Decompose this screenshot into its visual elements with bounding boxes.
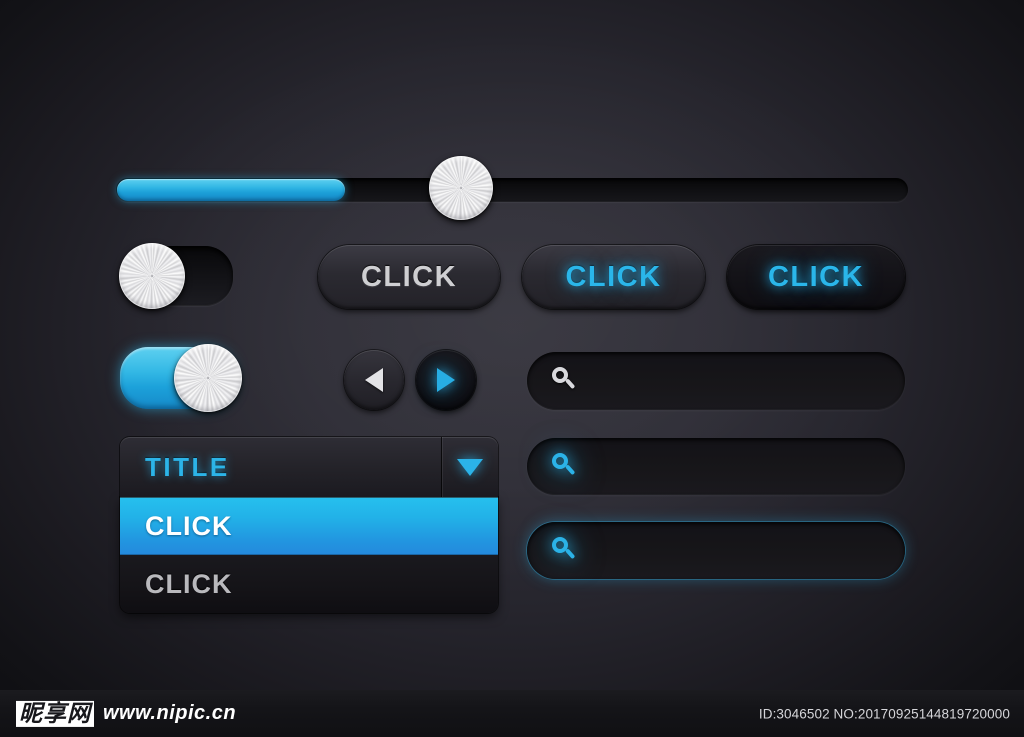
search-field-3[interactable] (527, 521, 905, 580)
search-icon (552, 452, 580, 481)
search-icon (552, 536, 580, 565)
previous-button[interactable] (344, 350, 404, 410)
click-button-2[interactable]: CLICK (522, 245, 705, 309)
search-input-2[interactable] (594, 437, 881, 496)
ui-kit-canvas: CLICK CLICK CLICK TITLE CLICK CLICK 昵享网 … (0, 0, 1024, 737)
watermark-url: www.nipic.cn (103, 701, 237, 724)
triangle-right-icon (437, 368, 455, 392)
dropdown-list: CLICK CLICK (120, 497, 498, 613)
dropdown-item[interactable]: CLICK (120, 555, 498, 613)
toggle-knob[interactable] (119, 243, 185, 309)
footer-bar: 昵享网 www.nipic.cn ID:3046502 NO:201709251… (0, 690, 1024, 737)
search-field-2[interactable] (527, 437, 905, 496)
dropdown-toggle-button[interactable] (442, 437, 498, 497)
search-icon (552, 367, 580, 395)
search-input-3[interactable] (594, 521, 881, 580)
dropdown[interactable]: TITLE CLICK CLICK (120, 437, 498, 613)
watermark-logo-text: 昵享网 (16, 700, 94, 727)
triangle-left-icon (365, 368, 383, 392)
dropdown-title: TITLE (145, 451, 230, 482)
image-id-text: ID:3046502 NO:20170925144819720000 (758, 706, 1010, 721)
toggle-switch-on[interactable] (120, 344, 242, 412)
click-button-1[interactable]: CLICK (318, 245, 500, 309)
search-input-1[interactable] (594, 351, 881, 411)
watermark: 昵享网 www.nipic.cn (16, 700, 237, 727)
click-button-3[interactable]: CLICK (727, 245, 905, 309)
slider-knob[interactable] (429, 156, 493, 220)
dropdown-item-label: CLICK (145, 510, 233, 541)
volume-slider[interactable] (116, 156, 908, 220)
slider-fill (117, 179, 345, 201)
dropdown-item-selected[interactable]: CLICK (120, 497, 498, 555)
chevron-down-icon (457, 458, 483, 476)
dropdown-header[interactable]: TITLE (120, 437, 498, 497)
next-button[interactable] (416, 350, 476, 410)
toggle-switch-off[interactable] (119, 243, 233, 309)
toggle-knob[interactable] (174, 344, 242, 412)
dropdown-item-label: CLICK (145, 568, 233, 599)
search-field-1[interactable] (527, 351, 905, 411)
